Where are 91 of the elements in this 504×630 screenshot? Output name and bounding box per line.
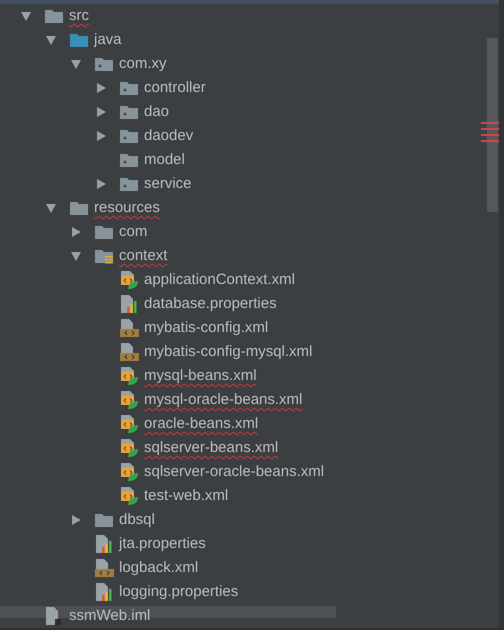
vertical-scrollbar[interactable] <box>487 38 498 212</box>
tree-item[interactable]: context <box>0 244 484 268</box>
expand-arrow-icon[interactable] <box>95 178 107 190</box>
tree-item[interactable]: oracle-beans.xml <box>0 412 484 436</box>
xml-file-icon <box>120 343 140 361</box>
spring-xml-file-icon <box>120 463 138 481</box>
tree-item[interactable]: ssmWeb.iml <box>0 604 484 628</box>
file-name: com.xy <box>119 54 167 74</box>
tree-item[interactable]: src <box>0 4 484 28</box>
tree-item[interactable]: java <box>0 28 484 52</box>
file-name: dbsql <box>119 510 155 530</box>
properties-file-icon <box>120 295 138 313</box>
package-icon <box>120 80 138 96</box>
file-name: daodev <box>144 126 194 146</box>
expand-arrow-icon[interactable] <box>95 130 107 142</box>
tree-item[interactable]: dbsql <box>0 508 484 532</box>
tree-item[interactable]: jta.properties <box>0 532 484 556</box>
folder-icon <box>95 248 113 264</box>
expand-arrow-icon[interactable] <box>70 226 82 238</box>
file-name: jta.properties <box>119 534 206 554</box>
collapse-arrow-icon[interactable] <box>20 10 32 22</box>
folder-icon <box>95 224 113 240</box>
tree-item[interactable]: resources <box>0 196 484 220</box>
tree-item[interactable]: com.xy <box>0 52 484 76</box>
file-name: oracle-beans.xml <box>144 414 258 434</box>
tree-item[interactable]: mybatis-config-mysql.xml <box>0 340 484 364</box>
tree-item[interactable]: com <box>0 220 484 244</box>
expand-arrow-icon[interactable] <box>95 82 107 94</box>
error-stripe-icon <box>481 122 499 142</box>
module-file-icon <box>45 607 63 625</box>
collapse-arrow-icon[interactable] <box>70 58 82 70</box>
file-name: applicationContext.xml <box>144 270 295 290</box>
file-name: dao <box>144 102 170 122</box>
tree-item[interactable]: service <box>0 172 484 196</box>
folder-icon <box>70 32 88 48</box>
file-name: sqlserver-oracle-beans.xml <box>144 462 324 482</box>
tree-item[interactable]: logging.properties <box>0 580 484 604</box>
package-icon <box>120 152 138 168</box>
expand-arrow-icon[interactable] <box>95 106 107 118</box>
file-name: java <box>94 30 122 50</box>
collapse-arrow-icon[interactable] <box>45 34 57 46</box>
spring-xml-file-icon <box>120 439 138 457</box>
file-name: context <box>119 246 168 266</box>
tree-item[interactable]: test-web.xml <box>0 484 484 508</box>
tree-item[interactable]: database.properties <box>0 292 484 316</box>
folder-icon <box>45 8 63 24</box>
package-icon <box>120 128 138 144</box>
spring-xml-file-icon <box>120 415 138 433</box>
properties-file-icon <box>95 583 113 601</box>
file-name: mysql-beans.xml <box>144 366 257 386</box>
collapse-arrow-icon[interactable] <box>70 250 82 262</box>
file-name: service <box>144 174 192 194</box>
tree-item[interactable]: mysql-oracle-beans.xml <box>0 388 484 412</box>
collapse-arrow-icon[interactable] <box>45 202 57 214</box>
spring-xml-file-icon <box>120 271 138 289</box>
tree-item[interactable]: mybatis-config.xml <box>0 316 484 340</box>
file-name: logback.xml <box>119 558 198 578</box>
file-name: test-web.xml <box>144 486 228 506</box>
spring-xml-file-icon <box>120 487 138 505</box>
tree-item[interactable]: mysql-beans.xml <box>0 364 484 388</box>
file-name: model <box>144 150 185 170</box>
tree-item[interactable]: sqlserver-oracle-beans.xml <box>0 460 484 484</box>
file-name: mybatis-config-mysql.xml <box>144 342 312 362</box>
properties-file-icon <box>95 535 113 553</box>
xml-file-icon <box>95 559 115 577</box>
tree-item[interactable]: model <box>0 148 484 172</box>
xml-file-icon <box>120 319 140 337</box>
file-name: logging.properties <box>119 582 238 602</box>
file-name: ssmWeb.iml <box>69 606 150 626</box>
file-name: com <box>119 222 148 242</box>
tree-item[interactable]: dao <box>0 100 484 124</box>
file-name: mysql-oracle-beans.xml <box>144 390 302 410</box>
folder-icon <box>95 512 113 528</box>
spring-xml-file-icon <box>120 367 138 385</box>
tree-item[interactable]: logback.xml <box>0 556 484 580</box>
tree-item[interactable]: daodev <box>0 124 484 148</box>
spring-xml-file-icon <box>120 391 138 409</box>
package-icon <box>120 176 138 192</box>
file-name: resources <box>94 198 160 218</box>
expand-arrow-icon[interactable] <box>70 514 82 526</box>
file-name: src <box>69 6 89 26</box>
tree-item[interactable]: sqlserver-beans.xml <box>0 436 484 460</box>
tree-item[interactable]: applicationContext.xml <box>0 268 484 292</box>
tree-item[interactable]: controller <box>0 76 484 100</box>
folder-icon <box>70 200 88 216</box>
package-icon <box>95 56 113 72</box>
file-name: database.properties <box>144 294 277 314</box>
file-name: mybatis-config.xml <box>144 318 268 338</box>
file-name: sqlserver-beans.xml <box>144 438 278 458</box>
package-icon <box>120 104 138 120</box>
file-name: controller <box>144 78 206 98</box>
